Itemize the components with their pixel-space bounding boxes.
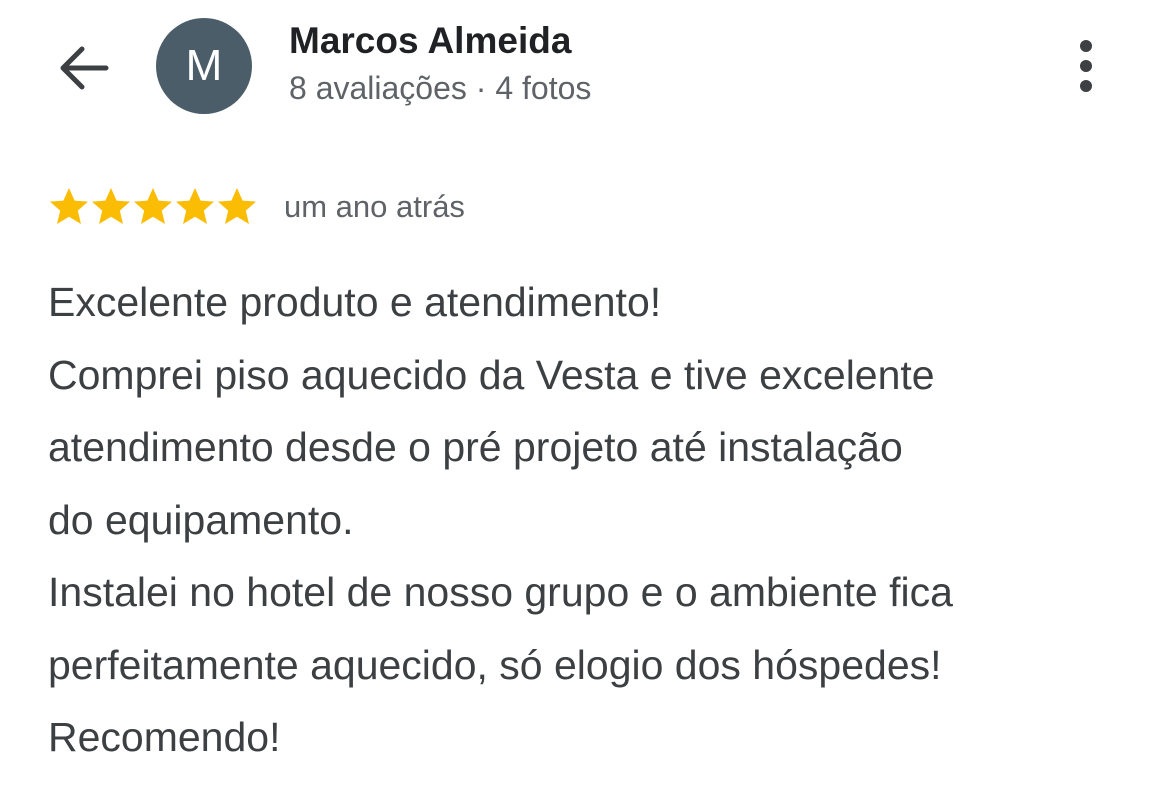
star-icon (92, 188, 130, 224)
star-icon (218, 188, 256, 224)
star-icon (176, 188, 214, 224)
review-text-line: Instalei no hotel de nosso grupo e o amb… (48, 569, 953, 615)
more-vert-icon (1080, 40, 1092, 92)
back-button[interactable] (48, 36, 118, 100)
star-icon (50, 188, 88, 224)
avatar[interactable]: M (156, 18, 252, 114)
review-text: Excelente produto e atendimento! Comprei … (48, 266, 1148, 774)
review-date: um ano atrás (284, 189, 465, 224)
review-header: M Marcos Almeida 8 avaliações · 4 fotos (0, 0, 1170, 140)
arrow-back-icon (60, 46, 109, 90)
star-rating (48, 186, 258, 228)
reviewer-name[interactable]: Marcos Almeida (289, 20, 571, 62)
star-icon (134, 188, 172, 224)
review-text-line: Comprei piso aquecido da Vesta e tive ex… (48, 351, 935, 398)
more-options-button[interactable] (1060, 34, 1112, 98)
review-text-line: perfeitamente aquecido, só elogio dos hó… (48, 641, 942, 688)
review-text-line: Recomendo! (48, 714, 281, 760)
reviewer-stats: 8 avaliações · 4 fotos (289, 70, 592, 106)
review-text-line: Excelente produto e atendimento! (48, 279, 662, 325)
avatar-letter: M (185, 41, 223, 90)
rating-row: um ano atrás (48, 184, 465, 230)
review-text-line: do equipamento. (48, 496, 354, 543)
review-text-line: atendimento desde o pré projeto até inst… (48, 424, 903, 470)
